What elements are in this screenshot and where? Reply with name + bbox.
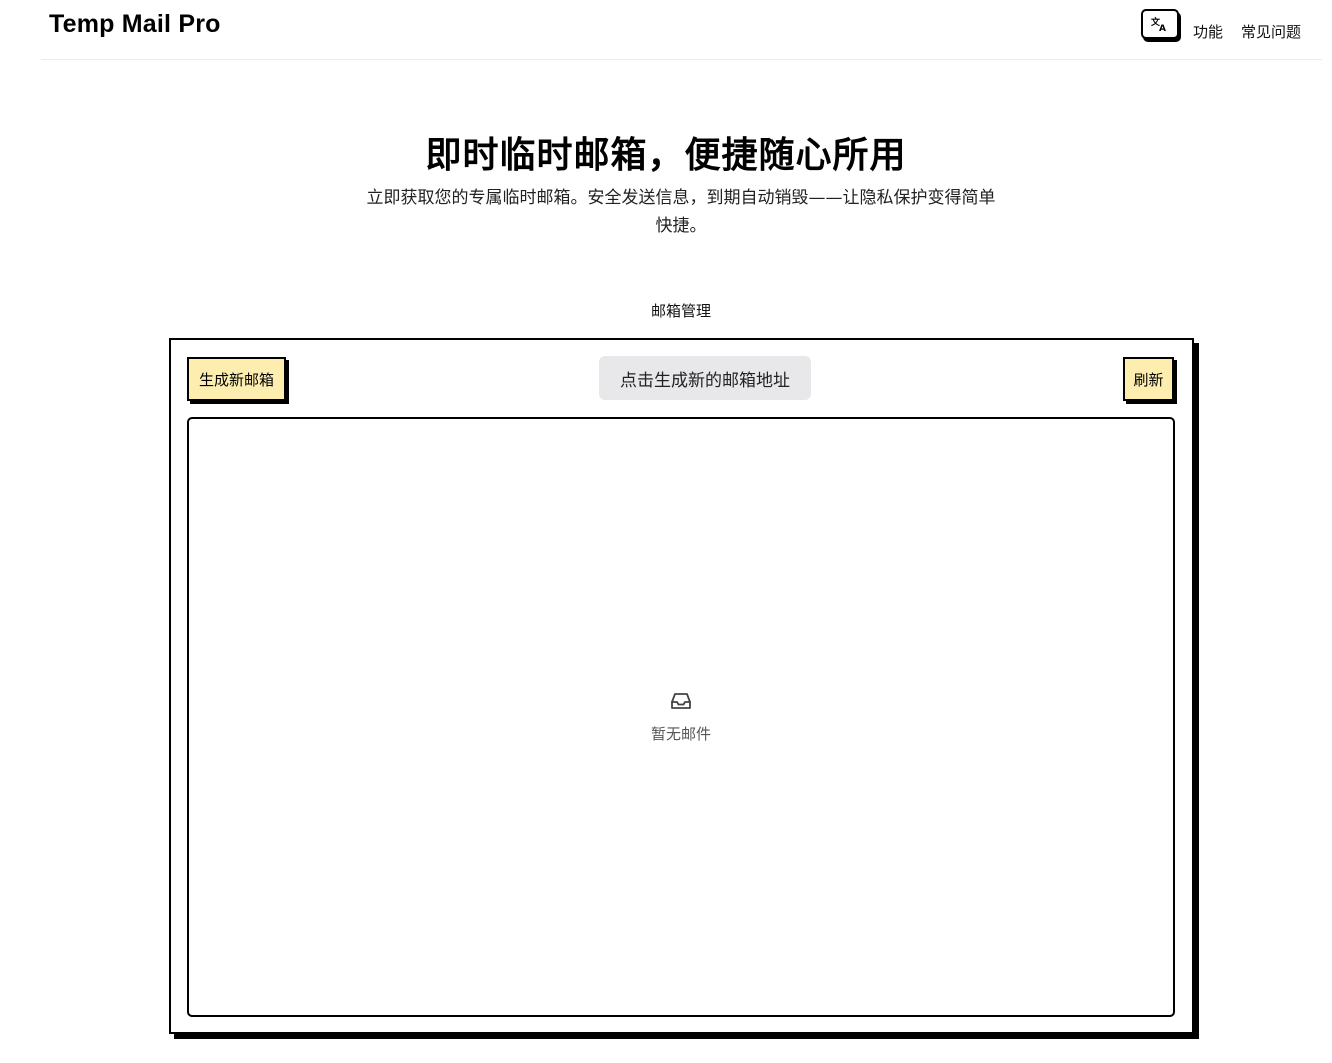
refresh-button[interactable]: 刷新 bbox=[1123, 357, 1174, 401]
nav-link-faq[interactable]: 常见问题 bbox=[1241, 21, 1301, 42]
mailbox-panel: 生成新邮箱 点击生成新的邮箱地址 刷新 暂无邮件 bbox=[169, 338, 1194, 1034]
translate-icon: 文 A bbox=[1150, 16, 1166, 32]
page-title: 即时临时邮箱，便捷随心所用 bbox=[425, 135, 907, 176]
inbox-list: 暂无邮件 bbox=[187, 417, 1175, 1017]
page-subtitle: 立即获取您的专属临时邮箱。安全发送信息，到期自动销毁——让隐私保护变得简单快捷。 bbox=[366, 188, 996, 236]
page: Temp Mail Pro 文 A 功能 常见问题 即时临时邮箱，便捷随心所用 … bbox=[0, 0, 1332, 1063]
svg-text:A: A bbox=[1159, 24, 1166, 32]
empty-state: 暂无邮件 bbox=[189, 689, 1173, 744]
email-address-display[interactable]: 点击生成新的邮箱地址 bbox=[599, 356, 811, 400]
generate-mailbox-button[interactable]: 生成新邮箱 bbox=[187, 357, 286, 401]
nav-link-features[interactable]: 功能 bbox=[1193, 21, 1223, 42]
mailbox-section-label: 邮箱管理 bbox=[650, 302, 711, 320]
inbox-icon bbox=[671, 693, 691, 709]
brand-logo[interactable]: Temp Mail Pro bbox=[49, 10, 221, 39]
top-header: Temp Mail Pro 文 A 功能 常见问题 bbox=[41, 0, 1322, 60]
language-switch-button[interactable]: 文 A bbox=[1141, 9, 1179, 39]
empty-state-text: 暂无邮件 bbox=[650, 725, 711, 743]
